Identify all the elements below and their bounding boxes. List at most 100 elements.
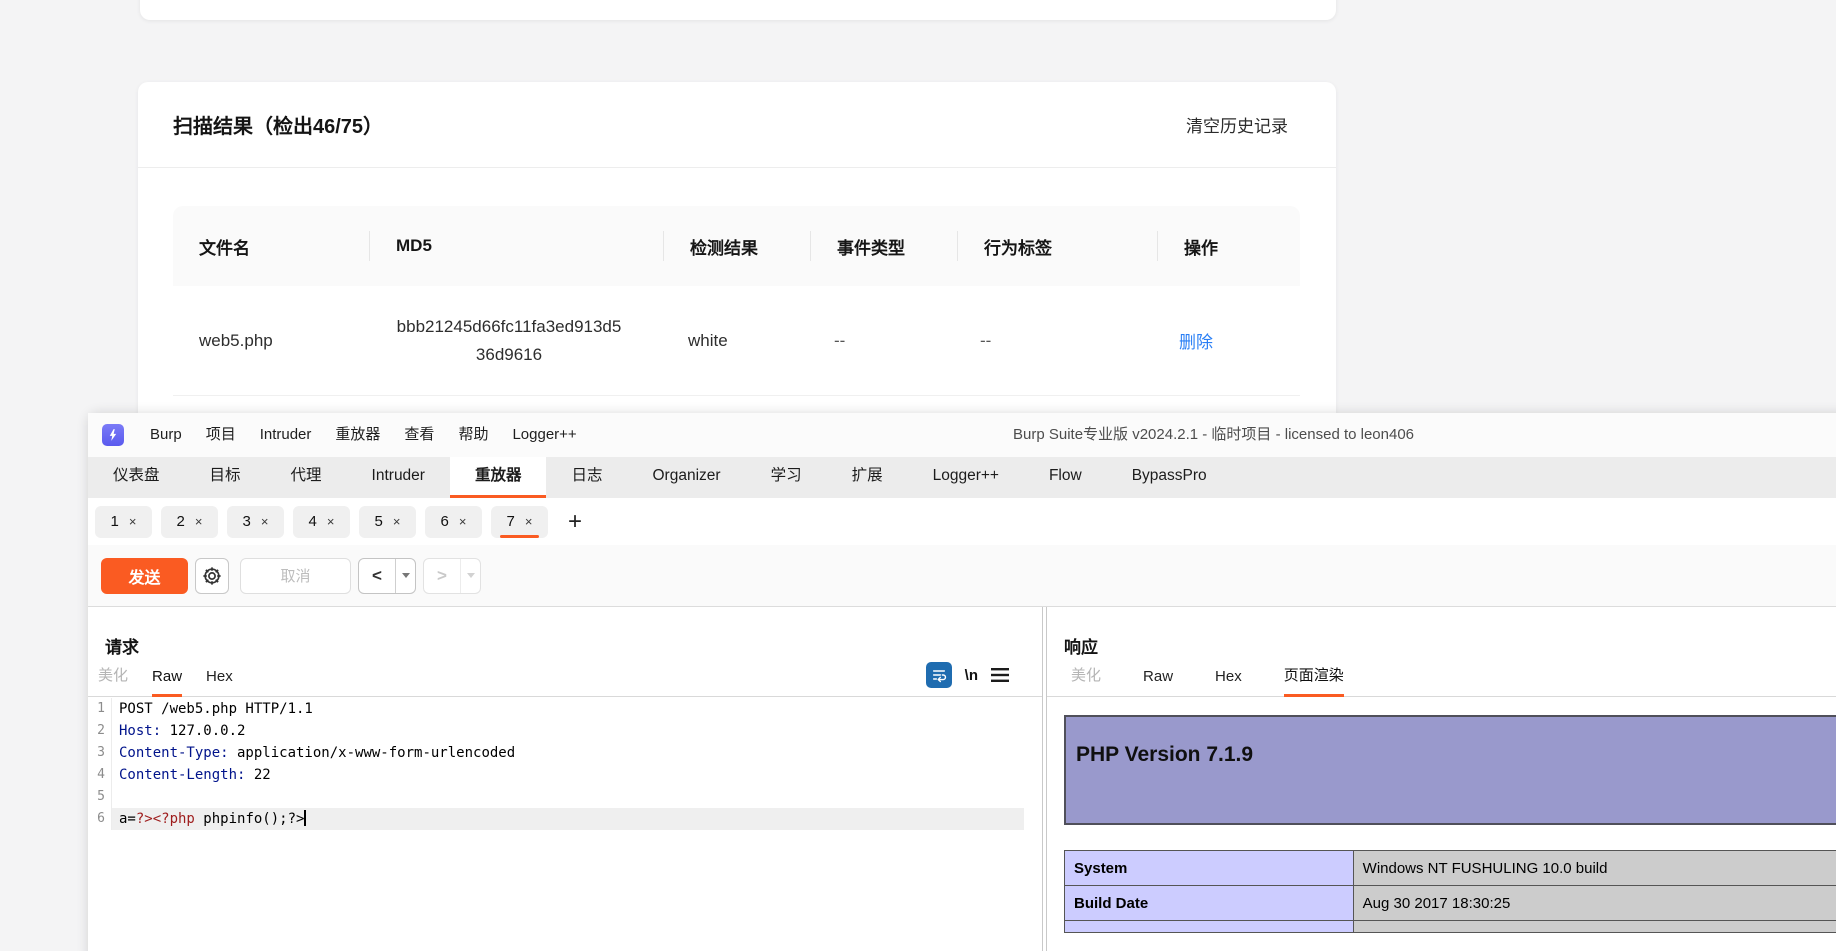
repeater-tab-3[interactable]: 3×: [227, 506, 284, 538]
close-icon[interactable]: ×: [129, 514, 137, 529]
tab-仪表盘[interactable]: 仪表盘: [88, 457, 185, 498]
menubar-item-项目[interactable]: 项目: [194, 413, 248, 457]
line-content: Content-Type: application/x-www-form-url…: [112, 742, 1024, 764]
request-editor[interactable]: 1POST /web5.php HTTP/1.12Host: 127.0.0.2…: [88, 698, 1042, 830]
scan-column-header: 操作: [1158, 234, 1300, 259]
tab-代理[interactable]: 代理: [266, 457, 347, 498]
request-line: 1POST /web5.php HTTP/1.1: [88, 698, 1024, 720]
add-tab-button[interactable]: +: [561, 508, 589, 536]
scan-results-title: 扫描结果（检出46/75）: [173, 110, 383, 139]
hamburger-menu-icon[interactable]: [991, 668, 1009, 682]
scan-column-header: 检测结果: [664, 234, 810, 259]
line-number: 6: [88, 808, 112, 830]
tab-扩展[interactable]: 扩展: [827, 457, 908, 498]
next-dropdown-button: [460, 559, 480, 593]
close-icon[interactable]: ×: [459, 514, 467, 529]
request-tab-Hex[interactable]: Hex: [206, 668, 233, 697]
close-icon[interactable]: ×: [261, 514, 269, 529]
repeater-tab-5[interactable]: 5×: [359, 506, 416, 538]
repeater-tab-2[interactable]: 2×: [161, 506, 218, 538]
repeater-tab-number: 5: [375, 513, 383, 530]
close-icon[interactable]: ×: [327, 514, 335, 529]
scan-card-header: 扫描结果（检出46/75） 清空历史记录: [138, 82, 1336, 168]
delete-link[interactable]: 删除: [1179, 333, 1213, 352]
prev-dropdown-button[interactable]: [395, 559, 415, 593]
menubar-item-查看[interactable]: 查看: [392, 413, 446, 457]
request-line: 5: [88, 786, 1024, 808]
repeater-tab-1[interactable]: 1×: [95, 506, 152, 538]
line-number: 5: [88, 786, 112, 808]
request-view-tabs: 美化 Raw Hex \n: [88, 658, 1042, 697]
burp-menubar: Burp项目Intruder重放器查看帮助Logger++ Burp Suite…: [88, 413, 1836, 457]
scan-results-card: 扫描结果（检出46/75） 清空历史记录 文件名MD5检测结果事件类型行为标签操…: [138, 82, 1336, 427]
code-segment: 22: [245, 767, 270, 783]
cell-event-type: --: [808, 331, 954, 351]
repeater-tab-7[interactable]: 7×: [491, 506, 548, 538]
clear-history-button[interactable]: 清空历史记录: [1186, 112, 1288, 137]
phpinfo-version-heading: PHP Version 7.1.9: [1076, 743, 1836, 767]
repeater-tab-number: 2: [177, 513, 185, 530]
tab-目标[interactable]: 目标: [185, 457, 266, 498]
line-number: 3: [88, 742, 112, 764]
code-segment: 127.0.0.2: [161, 723, 245, 739]
phpinfo-label: System: [1065, 851, 1354, 886]
code-segment: Content-Length:: [119, 767, 245, 783]
repeater-tab-4[interactable]: 4×: [293, 506, 350, 538]
top-card-fragment: [140, 0, 1336, 20]
request-panel: 请求 美化 Raw Hex \n: [88, 607, 1043, 951]
response-tab-Hex[interactable]: Hex: [1215, 668, 1242, 697]
line-content: Content-Length: 22: [112, 764, 1024, 786]
scan-column-header: 行为标签: [958, 234, 1157, 259]
repeater-tab-6[interactable]: 6×: [425, 506, 482, 538]
burp-main-tabbar: 仪表盘目标代理Intruder重放器日志Organizer学习扩展Logger+…: [88, 457, 1836, 498]
menubar-item-logger++[interactable]: Logger++: [500, 413, 588, 457]
cell-behavior-tag: --: [954, 331, 1153, 351]
prev-arrow[interactable]: <: [359, 559, 395, 593]
code-segment: a=: [119, 811, 136, 827]
repeater-tabbar: 1×2×3×4×5×6×7×+: [88, 498, 1836, 545]
menubar-item-帮助[interactable]: 帮助: [446, 413, 500, 457]
phpinfo-row-cutoff: [1065, 921, 1836, 933]
menubar-item-重放器[interactable]: 重放器: [323, 413, 392, 457]
code-segment: application/x-www-form-urlencoded: [229, 745, 516, 761]
close-icon[interactable]: ×: [393, 514, 401, 529]
cell-filename: web5.php: [173, 331, 369, 351]
newline-toggle-icon[interactable]: \n: [965, 667, 978, 684]
history-prev-button[interactable]: <: [358, 558, 416, 594]
tab-Logger++[interactable]: Logger++: [908, 457, 1024, 498]
cancel-button[interactable]: 取消: [240, 558, 351, 594]
request-panel-title: 请求: [105, 633, 1042, 658]
response-tab-页面渲染[interactable]: 页面渲染: [1284, 664, 1344, 697]
response-tab-美化[interactable]: 美化: [1071, 664, 1101, 697]
phpinfo-value: Windows NT FUSHULING 10.0 build: [1353, 851, 1836, 886]
menubar-item-intruder[interactable]: Intruder: [248, 413, 324, 457]
request-tab-美化[interactable]: 美化: [98, 664, 128, 697]
chevron-down-icon: [402, 573, 410, 578]
response-view-tabs: 美化 Raw Hex 页面渲染: [1047, 658, 1836, 697]
tab-Organizer[interactable]: Organizer: [628, 457, 746, 498]
tab-Intruder[interactable]: Intruder: [347, 457, 450, 498]
menubar-item-burp[interactable]: Burp: [138, 413, 194, 457]
tab-日志[interactable]: 日志: [546, 457, 627, 498]
code-segment: phpinfo();?>: [195, 811, 305, 827]
scan-table-body: web5.phpbbb21245d66fc11fa3ed913d536d9616…: [173, 286, 1300, 396]
burp-window-title: Burp Suite专业版 v2024.2.1 - 临时项目 - license…: [1013, 413, 1414, 457]
request-tab-Raw[interactable]: Raw: [152, 668, 182, 697]
code-segment: ?><?php: [136, 811, 195, 827]
settings-gear-button[interactable]: [195, 558, 229, 594]
request-editor-icons: \n: [926, 662, 1009, 688]
close-icon[interactable]: ×: [525, 514, 533, 529]
close-icon[interactable]: ×: [195, 514, 203, 529]
scan-column-header: 文件名: [173, 234, 369, 259]
tab-BypassPro[interactable]: BypassPro: [1107, 457, 1232, 498]
send-button[interactable]: 发送: [101, 558, 188, 594]
tab-Flow[interactable]: Flow: [1024, 457, 1107, 498]
phpinfo-row: Build DateAug 30 2017 18:30:25: [1065, 886, 1836, 921]
response-tab-Raw[interactable]: Raw: [1143, 668, 1173, 697]
tab-重放器[interactable]: 重放器: [450, 457, 547, 498]
soft-wrap-icon[interactable]: [926, 662, 952, 688]
phpinfo-header-box: PHP Version 7.1.9: [1064, 715, 1836, 825]
line-content: POST /web5.php HTTP/1.1: [112, 698, 1024, 720]
tab-学习[interactable]: 学习: [746, 457, 827, 498]
response-panel: 响应 美化RawHex页面渲染 PHP Version 7.1.9 System…: [1046, 607, 1836, 951]
